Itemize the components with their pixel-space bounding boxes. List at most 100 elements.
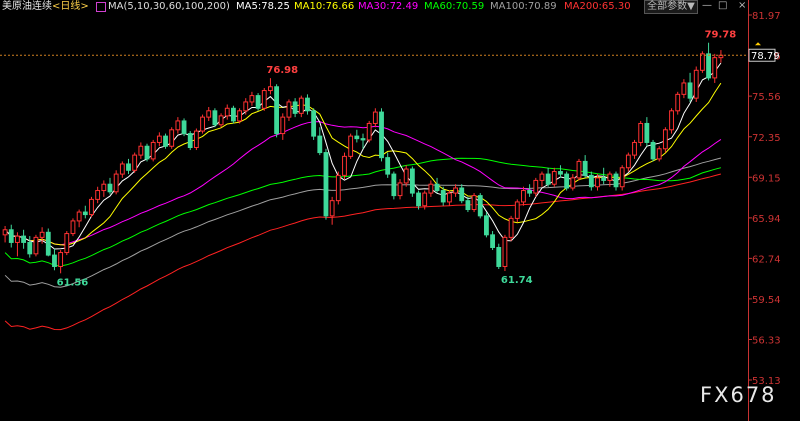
candle-body — [311, 110, 317, 137]
period-label[interactable]: <日线> — [52, 0, 89, 14]
candle — [465, 196, 471, 213]
candle-body — [335, 174, 341, 202]
candle-body — [650, 141, 656, 160]
candle — [237, 108, 242, 124]
candle — [527, 184, 533, 197]
candle — [292, 98, 298, 118]
candle — [15, 232, 20, 257]
last-price-label: 78.79 — [751, 51, 780, 62]
moving-average-lines — [4, 62, 722, 331]
candle — [453, 184, 458, 197]
candle — [625, 152, 631, 172]
candle-body — [391, 173, 397, 197]
candle — [385, 152, 391, 178]
watermark-logo: FX678 — [700, 383, 777, 407]
candle-body — [471, 195, 477, 211]
candle — [317, 127, 323, 156]
candle-body — [206, 110, 212, 118]
candle-body — [181, 120, 187, 135]
y-tick-label: 72.35 — [752, 133, 781, 144]
candle-body — [101, 183, 107, 192]
candle — [718, 50, 724, 63]
candle-body — [126, 163, 131, 171]
candle-body — [440, 190, 446, 203]
extreme-label: 61.56 — [57, 277, 89, 288]
candle-body — [292, 101, 298, 114]
ma-settings-icon[interactable] — [96, 2, 106, 12]
y-tick-label: 62.74 — [752, 254, 781, 265]
candle — [95, 186, 101, 204]
candle — [551, 167, 557, 187]
candle — [459, 184, 465, 204]
candle — [533, 177, 539, 197]
candle — [76, 209, 82, 228]
candle-body — [366, 122, 372, 141]
candle-body — [551, 171, 557, 185]
candle-body — [150, 141, 156, 160]
candle-body — [286, 101, 292, 118]
extreme-label: 79.78 — [705, 30, 737, 41]
candle-body — [496, 246, 502, 267]
candle — [119, 161, 125, 178]
candle — [687, 72, 693, 102]
candlestick-chart[interactable]: 81.9778.7675.5672.3569.1565.9462.7459.54… — [0, 0, 800, 421]
candle-body — [52, 254, 57, 267]
candle — [366, 120, 372, 143]
price-axis: 81.9778.7675.5672.3569.1565.9462.7459.54… — [0, 0, 781, 421]
candle-body — [95, 190, 101, 200]
candle — [144, 143, 150, 162]
candle-body — [409, 168, 415, 194]
candle-body — [27, 241, 33, 255]
candle — [403, 165, 409, 187]
candle — [150, 139, 156, 162]
candle-body — [354, 135, 360, 140]
candle — [169, 127, 175, 149]
candle — [502, 234, 508, 272]
candle-body — [428, 183, 434, 194]
candle-body — [268, 86, 273, 92]
candle — [699, 51, 705, 73]
candle — [348, 133, 354, 159]
candle — [126, 158, 131, 175]
candle-body — [416, 192, 421, 207]
ma200-value: MA200:65.30 — [564, 1, 631, 12]
candle-body — [193, 130, 199, 149]
candles — [2, 42, 724, 274]
candle-body — [632, 141, 637, 156]
candle-body — [508, 217, 514, 238]
candle-body — [397, 182, 403, 197]
candle-body — [582, 160, 588, 176]
candle — [52, 248, 57, 271]
candle — [570, 174, 576, 191]
candle — [588, 171, 594, 191]
candle-body — [212, 110, 218, 126]
candle-body — [21, 235, 27, 243]
ma60-value: MA60:70.59 — [424, 1, 485, 12]
candle-body — [218, 115, 224, 126]
candle-body — [706, 53, 711, 79]
candle — [521, 186, 526, 206]
candle — [379, 108, 384, 162]
minimize-icon[interactable]: — — [702, 0, 712, 12]
candle-body — [490, 234, 496, 248]
restore-icon[interactable]: □ — [718, 0, 727, 12]
candle-body — [477, 195, 483, 217]
candle — [230, 105, 236, 124]
candle-body — [15, 235, 20, 243]
candle — [354, 129, 360, 143]
candle — [206, 107, 212, 121]
ma-spec-label[interactable]: MA(5,10,30,60,100,200) — [108, 0, 230, 14]
instrument-name[interactable]: 美原油连续 — [2, 0, 52, 14]
close-icon[interactable]: × — [738, 0, 746, 12]
candle — [255, 93, 261, 111]
candle-body — [224, 107, 230, 117]
ma30-value: MA30:72.49 — [358, 1, 419, 12]
candle-body — [348, 135, 354, 157]
candle — [33, 234, 39, 257]
candle — [193, 128, 199, 151]
candle-body — [274, 86, 280, 135]
candle — [669, 108, 674, 134]
candle-body — [570, 177, 576, 189]
all-params-button[interactable]: 全部参数▼ — [644, 0, 698, 14]
candle-body — [169, 129, 175, 147]
